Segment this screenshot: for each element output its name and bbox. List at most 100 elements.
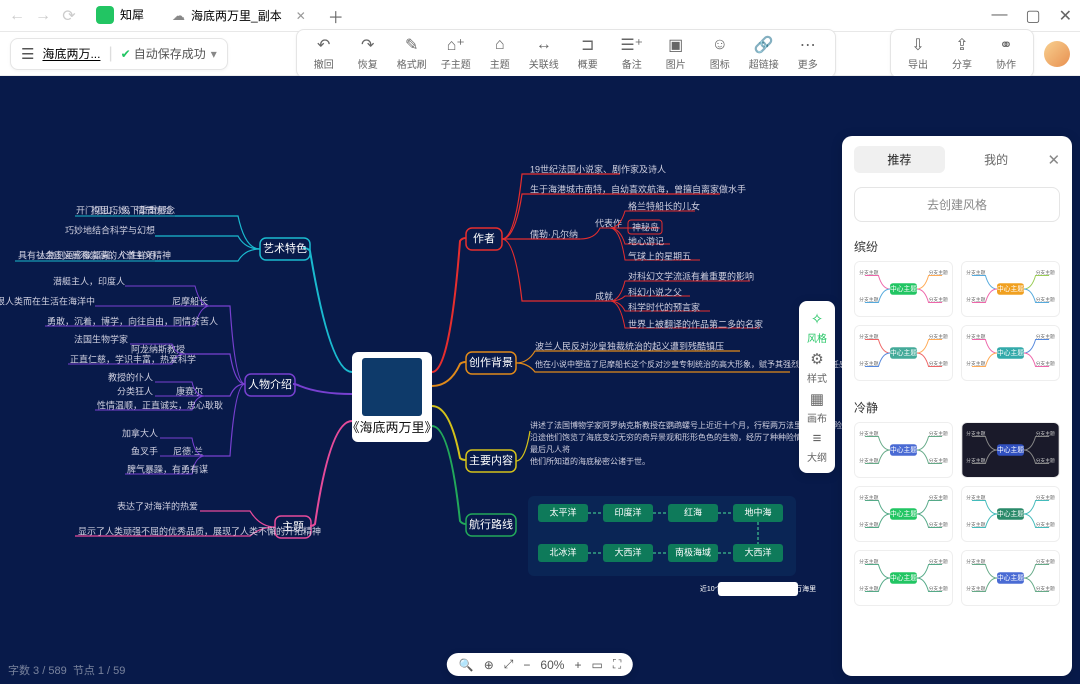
svg-text:格兰特船长的儿女: 格兰特船长的儿女 [628,200,700,211]
svg-text:代表作: 代表作 [595,217,622,228]
svg-text:分支主题: 分支主题 [929,457,948,464]
subtopic-button[interactable]: ⌂⁺子主题 [435,34,477,73]
branch-route[interactable]: 航行路线 太平洋 印度洋 红海 地中海 北冰洋 大西洋 南极海域 大西洋 近10… [432,426,816,596]
branch-people[interactable]: 人物介绍 尼摩船长 潜艇主人，印度人 因仇恨人类而在生活在海洋中 勇敢，沉着，博… [0,275,352,474]
svg-text:分支主题: 分支主题 [929,269,948,276]
style-card[interactable]: 中心主题 分支主题 分支主题 分支主题 分支主题 [854,550,953,606]
nav-back[interactable]: ← [8,7,26,25]
collab-button[interactable]: ⚭协作 [985,34,1027,73]
search-icon[interactable]: 🔍 [459,658,474,672]
svg-text:大西洋: 大西洋 [744,546,771,557]
svg-text:法国生物学家: 法国生物学家 [74,333,128,344]
file-name[interactable]: 海底两万... [42,45,100,62]
nav-reload[interactable]: ⟳ [60,7,78,25]
svg-text:尼德·兰: 尼德·兰 [173,445,203,456]
target-icon[interactable]: ⊕ [484,658,494,672]
fit-icon[interactable]: ⤢ [504,657,514,672]
center-node[interactable]: 《海底两万里》 [346,420,437,435]
style-card[interactable]: 中心主题 分支主题 分支主题 分支主题 分支主题 [961,261,1060,317]
svg-text:对科幻文学流派有着重要的影响: 对科幻文学流派有着重要的影响 [628,270,754,281]
svg-text:分支主题: 分支主题 [859,457,878,464]
svg-text:分支主题: 分支主题 [1036,585,1055,592]
svg-text:中心主题: 中心主题 [997,509,1024,518]
cloud-icon: ☁ [172,8,185,24]
menu-icon[interactable]: ☰ [21,45,34,63]
file-tab[interactable]: ☁ 海底两万里_副本 ✕ [162,2,316,30]
summary-button[interactable]: ⊐概要 [567,34,609,73]
svg-text:分支主题: 分支主题 [1036,494,1055,501]
svg-text:分支主题: 分支主题 [929,360,948,367]
topic-button[interactable]: ⌂主题 [479,34,521,73]
svg-text:中心主题: 中心主题 [997,348,1024,357]
branch-theme[interactable]: 主题 表达了对海洋的热爱 显示了人类顽强不屈的优秀品质，展现了人类不懈的开拓精神 [75,421,352,538]
present-icon[interactable]: ▭ [591,658,602,672]
check-icon: ✔ [121,47,131,61]
style-card[interactable]: 中心主题 分支主题 分支主题 分支主题 分支主题 [961,422,1060,478]
svg-text:分支主题: 分支主题 [859,430,878,437]
win-min[interactable]: — [991,6,1007,26]
branch-content[interactable]: 主要内容 讲述了法国博物学家阿罗纳克斯教授在鹦鹉螺号上近近十个月，行程两万法里的… [432,406,850,472]
stats-counter: 字数 3 / 589 节点 1 / 59 [8,662,125,678]
zoom-in[interactable]: + [574,658,581,672]
panel-tab-recommended[interactable]: 推荐 [854,146,945,173]
svg-text:分支主题: 分支主题 [1036,430,1055,437]
canvas-tool[interactable]: ▦画布 [799,387,835,427]
close-tab-icon[interactable]: ✕ [296,9,306,23]
svg-text:分支主题: 分支主题 [966,296,985,303]
hyperlink-button[interactable]: 🔗超链接 [743,34,785,73]
more-button[interactable]: ⋯更多 [787,34,829,73]
outline-tool[interactable]: ≡大纲 [799,427,835,467]
win-max[interactable]: ▢ [1025,6,1040,26]
style-tool[interactable]: ✧风格 [799,307,835,347]
svg-text:教授的仆人: 教授的仆人 [108,371,153,382]
share-button[interactable]: ⇪分享 [941,34,983,73]
app-tab[interactable]: 知犀 [86,2,154,30]
nav-fwd[interactable]: → [34,7,52,25]
style-card[interactable]: 中心主题 分支主题 分支主题 分支主题 分支主题 [854,422,953,478]
svg-text:儒勒·凡尔纳: 儒勒·凡尔纳 [530,228,578,239]
side-toolbox: ✧风格 ⚙样式 ▦画布 ≡大纲 [799,301,835,473]
svg-text:分支主题: 分支主题 [1036,457,1055,464]
win-close[interactable]: ✕ [1059,6,1072,26]
svg-text:中心主题: 中心主题 [890,445,917,454]
svg-text:大西洋: 大西洋 [614,546,641,557]
svg-text:中心主题: 中心主题 [997,284,1024,293]
style-card[interactable]: 中心主题 分支主题 分支主题 分支主题 分支主题 [854,261,953,317]
image-button[interactable]: ▣图片 [655,34,697,73]
style-card[interactable]: 中心主题 分支主题 分支主题 分支主题 分支主题 [961,550,1060,606]
create-style-button[interactable]: 去创建风格 [854,187,1060,222]
icon-button[interactable]: ☺图标 [699,34,741,73]
style-card[interactable]: 中心主题 分支主题 分支主题 分支主题 分支主题 [854,325,953,381]
style-card[interactable]: 中心主题 分支主题 分支主题 分支主题 分支主题 [854,486,953,542]
style-card[interactable]: 中心主题 分支主题 分支主题 分支主题 分支主题 [961,325,1060,381]
svg-text:分支主题: 分支主题 [859,333,878,340]
svg-text:分支主题: 分支主题 [929,333,948,340]
fullscreen-icon[interactable]: ⛶ [613,657,621,672]
avatar[interactable] [1044,41,1070,67]
new-tab[interactable]: ＋ [328,4,344,28]
redo-button[interactable]: ↷恢复 [347,34,389,73]
svg-text:分支主题: 分支主题 [859,521,878,528]
section-colorful: 缤纷 [842,228,1072,261]
panel-close-icon[interactable]: ✕ [1047,151,1060,169]
link-button[interactable]: ↔关联线 [523,34,565,73]
svg-text:波兰人民反对沙皇独裁统治的起义遭到残酷镇压: 波兰人民反对沙皇独裁统治的起义遭到残酷镇压 [535,340,724,351]
svg-text:中心主题: 中心主题 [997,445,1024,454]
format-brush-button[interactable]: ✎格式刷 [391,34,433,73]
style-card[interactable]: 中心主题 分支主题 分支主题 分支主题 分支主题 [961,486,1060,542]
export-button[interactable]: ⇩导出 [897,34,939,73]
svg-text:世界上被翻译的作品第二多的名家: 世界上被翻译的作品第二多的名家 [628,318,763,329]
panel-tab-mine[interactable]: 我的 [951,146,1042,173]
svg-text:具有社会正义感和崇高的人道主义精神: 具有社会正义感和崇高的人道主义精神 [18,249,171,260]
svg-text:分支主题: 分支主题 [1036,296,1055,303]
format-tool[interactable]: ⚙样式 [799,347,835,387]
svg-text:分支主题: 分支主题 [929,430,948,437]
svg-text:开门见山，设下重重悬念: 开门见山，设下重重悬念 [76,204,175,215]
breadcrumb: ☰ 海底两万... | ✔ 自动保存成功 ▾ [10,38,228,70]
undo-button[interactable]: ↶撤回 [303,34,345,73]
note-button[interactable]: ☰⁺备注 [611,34,653,73]
zoom-out[interactable]: − [523,658,530,672]
svg-text:印度洋: 印度洋 [614,506,641,517]
mindmap-canvas[interactable]: 《海底两万里》 艺术特色 构思巧妙，情节惊险 开门见山，设下重重悬念 巧妙地结合… [0,76,1080,684]
svg-text:分支主题: 分支主题 [859,585,878,592]
